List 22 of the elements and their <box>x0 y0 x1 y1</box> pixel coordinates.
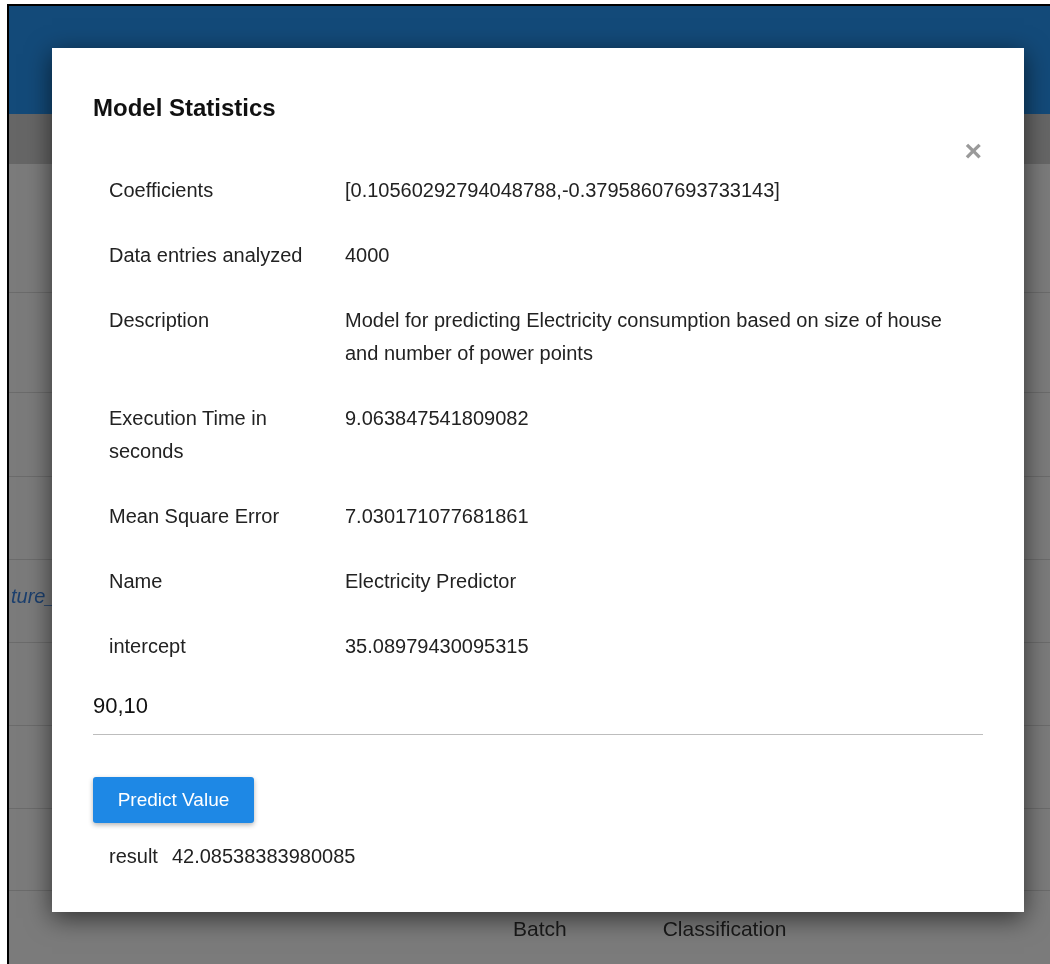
close-button[interactable]: × <box>964 134 982 168</box>
stat-label: Execution Time in seconds <box>109 406 268 464</box>
column-header: Classification <box>662 916 787 942</box>
predict-value-button[interactable]: Predict Value <box>93 776 254 823</box>
stat-value: [0.10560292794048788,-0.37958607693733143] <box>345 178 781 203</box>
stat-label: Coefficients <box>109 178 215 203</box>
stat-label: Data entries analyzed <box>109 243 304 268</box>
result-label: result <box>109 844 158 869</box>
stat-value: Model for predicting Electricity consumption based on size of house and number of power points <box>345 308 943 366</box>
stat-value: Electricity Predictor <box>345 569 518 594</box>
input-field[interactable]: 90,10 <box>93 679 983 735</box>
stat-value: 9.063847541809082 <box>345 406 530 431</box>
stat-value: 7.030171077681861 <box>345 504 530 529</box>
dialog-title: Model Statistics <box>93 93 276 123</box>
stat-label: Description <box>109 308 211 333</box>
result-value: 42.08538383980085 <box>171 844 356 869</box>
column-header: Batch <box>513 916 567 942</box>
stat-value: 35.08979430095315 <box>345 634 530 659</box>
stat-value: 4000 <box>345 243 391 268</box>
stat-label: Name <box>109 569 164 594</box>
stat-label: Mean Square Error <box>109 504 281 529</box>
stat-label: intercept <box>109 634 187 659</box>
